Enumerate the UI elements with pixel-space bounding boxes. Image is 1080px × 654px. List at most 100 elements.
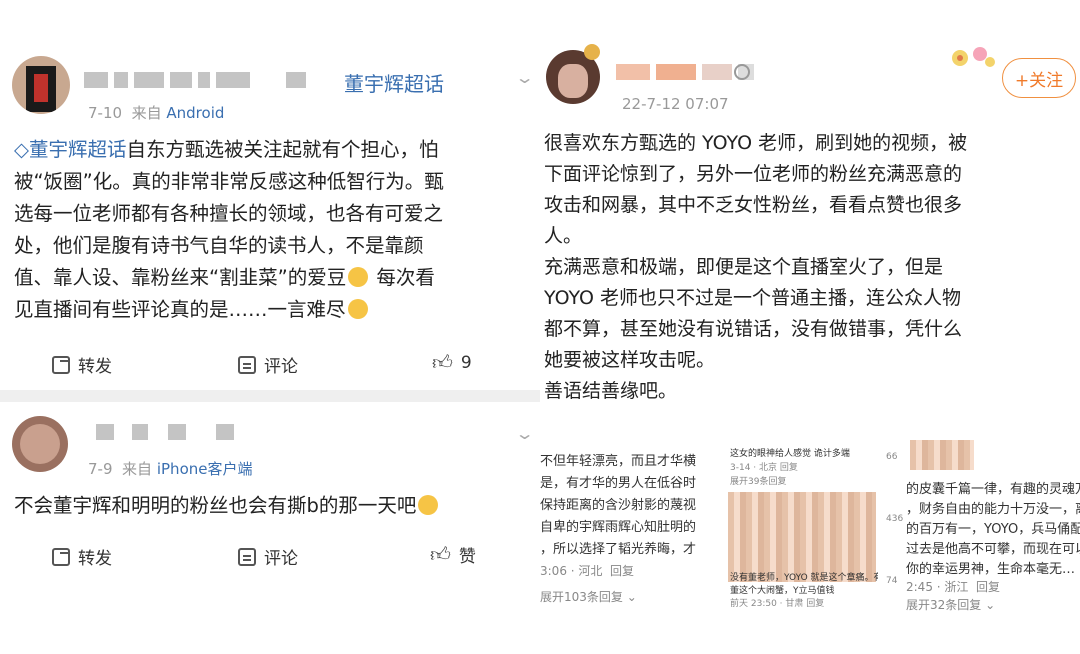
chevron-down-icon: ⌄ <box>985 598 996 612</box>
body-line: 都不算，甚至她没有说错话，没有做错事，凭什么 <box>544 318 963 340</box>
body-line: 每次看 <box>370 266 435 289</box>
expand-label[interactable]: 展开39条回复 <box>730 474 786 487</box>
chevron-down-icon[interactable]: ⌄ <box>515 68 535 87</box>
comment-label: 评论 <box>264 549 298 569</box>
body-line: 充满恶意和极端，即便是这个直播室火了，但是 <box>544 256 944 278</box>
like-button[interactable]: 👍︎ 9 <box>432 350 472 375</box>
comment-line: 的皮囊千篇一律，有趣的灵魂万 <box>906 482 1080 497</box>
forward-button[interactable]: 转发 <box>52 544 112 569</box>
forward-icon <box>52 355 70 374</box>
blurred-comments <box>728 492 876 582</box>
comment-location: 前天 23:50 · 甘肃 <box>730 599 804 609</box>
post-date: 22-7-12 07:07 <box>622 95 729 113</box>
thumbs-up-icon: 👍︎ <box>430 542 451 566</box>
body-line: 自东方甄选被关注起就有个担心，怕 <box>126 138 439 161</box>
comment-line: 这女的眼神给人感觉 诡计多端 <box>730 449 850 459</box>
expand-label: 展开32条回复 <box>906 598 982 612</box>
topic-name[interactable]: 董宇辉超话 <box>344 68 444 97</box>
reply-link[interactable]: 回复 <box>976 580 1000 594</box>
comment-line: 过去是他高不可攀，而现在可以 <box>906 542 1080 557</box>
comment-line: 没有董老师，YOYO 就是这个章痛。有 <box>730 573 878 583</box>
body-line: 值、靠人设、靠粉丝来“割韭菜”的爱豆 <box>14 266 347 289</box>
post-date: 7-9 <box>88 460 113 478</box>
body-line: 人。 <box>544 225 583 247</box>
avatar[interactable] <box>12 416 68 472</box>
like-count: 66 <box>886 452 898 462</box>
comment-meta: 前天 23:50 · 甘肃 回复 <box>730 596 824 609</box>
thumbs-up-icon: 👍︎ <box>432 350 453 374</box>
body-line: 处，他们是腹有诗书气自华的读书人，不是靠颜 <box>14 234 424 257</box>
comment-line: ，财务自由的能力十万没一，离 <box>906 502 1080 517</box>
body-line: 见直播间有些评论真的是……一言难尽 <box>14 298 346 321</box>
comment-screenshot: 66 436 74 的皮囊千篇一律，有趣的灵魂万 ，财务自由的能力十万没一，离 … <box>882 436 1080 612</box>
body-line: 很喜欢东方甄选的 YOYO 老师，刷到她的视频，被 <box>544 132 968 154</box>
comment-icon <box>238 547 256 566</box>
blurred-username <box>910 440 974 470</box>
post-body: 不会董宇辉和明明的粉丝也会有撕b的那一天吧 <box>14 490 538 522</box>
like-count: 436 <box>886 514 904 524</box>
reply-link[interactable]: 回复 <box>806 599 824 609</box>
like-count: 9 <box>460 352 472 373</box>
like-count: 74 <box>886 576 898 586</box>
comment-line: 保持距离的含沙射影的蔑视 <box>540 498 697 513</box>
comment-button[interactable]: 评论 <box>238 544 298 569</box>
level-badge-icon <box>734 64 750 80</box>
comment-meta: 3:06 · 河北 回复 <box>540 562 634 579</box>
post-source-prefix: 来自 <box>122 460 153 478</box>
follow-button[interactable]: +关注 <box>1002 58 1076 98</box>
comment-line: ，所以选择了韬光养晦，才 <box>540 542 697 557</box>
post-source: iPhone客户端 <box>156 460 253 478</box>
chevron-down-icon[interactable]: ⌄ <box>515 424 535 443</box>
expand-label: 展开103条回复 <box>540 590 623 604</box>
forward-label: 转发 <box>78 357 112 377</box>
post-meta: 7-9 来自 iPhone客户端 <box>88 458 252 479</box>
avatar[interactable] <box>12 56 70 114</box>
comment-line: 是，有才华的男人在低谷时 <box>540 476 697 491</box>
reply-link[interactable]: 回复 <box>610 564 634 578</box>
comment-line: 董这个大闹蟹，Y立马值钱 <box>730 586 835 596</box>
username-mosaic <box>96 424 234 440</box>
body-line: 她要被这样攻击呢。 <box>544 349 716 371</box>
body-line: 善语结善缘吧。 <box>544 380 678 402</box>
forward-label: 转发 <box>78 549 112 569</box>
flower-decoration-icon <box>952 47 995 67</box>
diamond-icon: ◇ <box>14 138 29 161</box>
comment-line: 自卑的宇辉雨辉心知肚明的 <box>540 520 697 535</box>
left-panel: 董宇辉超话 ⌄ 7-10 来自 Android ◇董宇辉超话自东方甄选被关注起就… <box>0 0 540 654</box>
chevron-down-icon: ⌄ <box>626 590 637 604</box>
expand-replies[interactable]: 展开32条回复 ⌄ <box>906 596 995 612</box>
post-source-prefix: 来自 <box>131 104 162 122</box>
post-date: 7-10 <box>88 104 123 122</box>
forward-button[interactable]: 转发 <box>52 352 112 377</box>
comment-line: 你的幸运男神，生命本毫无… <box>906 562 1076 577</box>
comment-label: 评论 <box>264 357 298 377</box>
post-meta: 7-10 来自 Android <box>88 102 224 123</box>
body-line: 被“饭圈”化。真的非常非常反感这种低智行为。甄 <box>14 170 444 193</box>
post-body: ◇董宇辉超话自东方甄选被关注起就有个担心，怕 被“饭圈”化。真的非常非常反感这种… <box>14 134 534 326</box>
like-label: 赞 <box>458 547 476 567</box>
body-line: 不会董宇辉和明明的粉丝也会有撕b的那一天吧 <box>14 494 417 517</box>
comment-meta: 2:45 · 浙江 回复 <box>906 578 1000 595</box>
comment-icon <box>238 355 256 374</box>
expand-replies[interactable]: 展开103条回复 ⌄ <box>540 588 637 605</box>
post-body: 很喜欢东方甄选的 YOYO 老师，刷到她的视频，被 下面评论惊到了，另外一位老师… <box>544 128 1078 407</box>
username-mosaic <box>84 72 306 88</box>
divider <box>0 390 540 402</box>
awkward-emoji-icon <box>347 299 368 319</box>
reply-link[interactable]: 回复 <box>780 463 798 473</box>
comment-location: 3:06 · 河北 <box>540 564 603 578</box>
forward-icon <box>52 547 70 566</box>
like-button[interactable]: 👍︎ 赞 <box>430 542 476 567</box>
body-line: 下面评论惊到了，另外一位老师的粉丝充满恶意的 <box>544 163 963 185</box>
sweat-emoji-icon <box>348 267 369 287</box>
comment-button[interactable]: 评论 <box>238 352 298 377</box>
post-source: Android <box>166 104 225 122</box>
comment-location: 3-14 · 北京 <box>730 463 778 473</box>
comment-location: 2:45 · 浙江 <box>906 580 969 594</box>
comment-screenshot: 不但年轻漂亮，而且才华横 是，有才华的男人在低谷时 保持距离的含沙射影的蔑视 自… <box>540 442 722 608</box>
body-line: YOYO 老师也只不过是一个普通主播，连公众人物 <box>544 287 962 309</box>
topic-link[interactable]: 董宇辉超话 <box>29 138 127 161</box>
body-line: 攻击和网暴，其中不乏女性粉丝，看看点赞也很多 <box>544 194 963 216</box>
badge-icon <box>584 44 600 60</box>
comment-line: 的百万有一，YOYO，兵马俑配 <box>906 522 1080 537</box>
